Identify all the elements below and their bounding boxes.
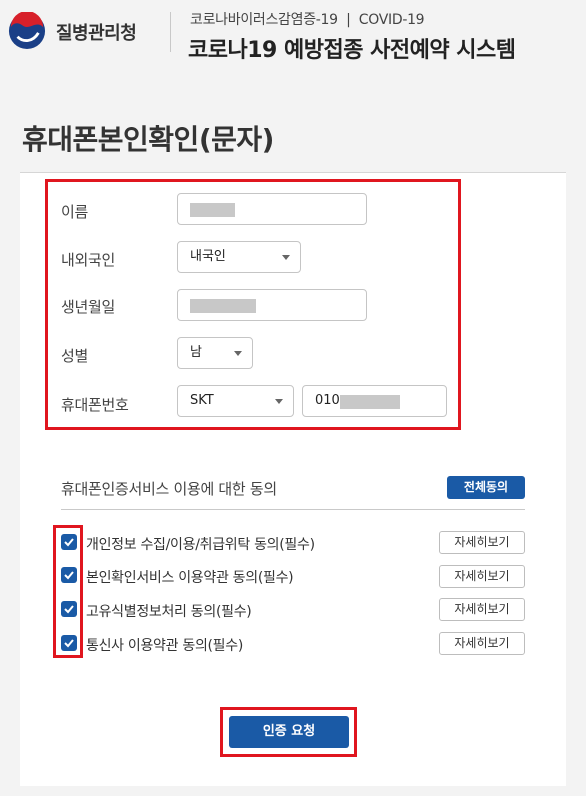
name-masked-value [190, 203, 235, 217]
check-icon [64, 538, 74, 547]
name-label: 이름 [61, 203, 89, 221]
name-input[interactable] [177, 193, 367, 225]
gender-select[interactable]: 남 [177, 337, 253, 369]
consent-heading: 휴대폰인증서비스 이용에 대한 동의 [61, 480, 277, 498]
org-name[interactable]: 질병관리청 [56, 19, 137, 45]
birth-input[interactable] [177, 289, 367, 321]
nationality-value: 내국인 [190, 249, 226, 264]
phone-number-input[interactable]: 010 [302, 385, 447, 417]
check-icon [64, 605, 74, 614]
nationality-select[interactable]: 내국인 [177, 241, 301, 273]
kdca-logo-icon [8, 12, 46, 50]
detail-button-4[interactable]: 자세히보기 [439, 632, 525, 655]
check-icon [64, 571, 74, 580]
consent-item-label: 본인확인서비스 이용약관 동의(필수) [86, 570, 294, 586]
carrier-value: SKT [190, 393, 214, 408]
consent-divider [61, 509, 525, 510]
site-header: 질병관리청 코로나바이러스감염증-19 | COVID-19 코로나19 예방접… [0, 0, 586, 72]
page-title: 휴대폰본인확인(문자) [22, 123, 274, 156]
detail-button-3[interactable]: 자세히보기 [439, 598, 525, 621]
birth-masked-value [190, 299, 256, 313]
phone-masked-value [340, 395, 400, 409]
agree-all-button[interactable]: 전체동의 [447, 476, 525, 499]
consent-item-label: 통신사 이용약관 동의(필수) [86, 638, 244, 654]
carrier-select[interactable]: SKT [177, 385, 294, 417]
phone-prefix: 010 [315, 393, 340, 408]
consent-item-label: 고유식별정보처리 동의(필수) [86, 604, 252, 620]
gender-value: 남 [190, 345, 202, 360]
consent-checkbox-2[interactable] [61, 567, 77, 583]
header-divider [170, 12, 171, 52]
detail-button-1[interactable]: 자세히보기 [439, 531, 525, 554]
consent-checkbox-3[interactable] [61, 601, 77, 617]
gender-label: 성별 [61, 347, 89, 365]
header-subtitle: 코로나바이러스감염증-19 | COVID-19 [190, 12, 425, 28]
detail-button-2[interactable]: 자세히보기 [439, 565, 525, 588]
consent-checkbox-4[interactable] [61, 635, 77, 651]
birth-label: 생년월일 [61, 298, 116, 316]
chevron-down-icon [234, 351, 242, 356]
chevron-down-icon [282, 255, 290, 260]
chevron-down-icon [275, 399, 283, 404]
nationality-label: 내외국인 [61, 251, 116, 269]
check-icon [64, 639, 74, 648]
consent-item-label: 개인정보 수집/이용/취급위탁 동의(필수) [86, 537, 315, 553]
header-title: 코로나19 예방접종 사전예약 시스템 [188, 38, 516, 63]
phone-label: 휴대폰번호 [61, 396, 129, 414]
consent-checkbox-1[interactable] [61, 534, 77, 550]
request-verification-button[interactable]: 인증 요청 [229, 716, 349, 748]
